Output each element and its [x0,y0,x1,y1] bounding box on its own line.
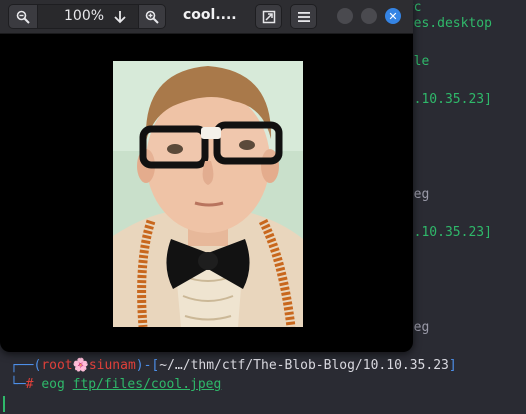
terminal-cursor [3,396,5,412]
magnifier-plus-icon [145,10,159,24]
open-external-button[interactable] [255,4,282,29]
prompt-hash: # [25,377,34,392]
zoom-out-button[interactable] [8,4,38,29]
prompt-line: ┌──(root🌸siunam)-[~/…/thm/ctf/The-Blob-B… [10,358,457,374]
prompt-user: root [41,358,73,373]
open-external-icon [262,10,275,23]
displayed-photo [113,61,303,327]
image-viewer-window: 100% cool.... ✕ [0,0,413,352]
minimize-button[interactable] [337,8,353,24]
prompt-path: ~/…/thm/ctf/The-Blob-Blog/10.10.35.23 [159,358,449,373]
window-title: cool.... [183,7,237,23]
command-name: eog [41,377,65,392]
prompt-box-open: ┌──( [10,358,42,373]
main-menu-button[interactable] [290,4,317,29]
hamburger-menu-icon [297,11,310,22]
zoom-level-field[interactable]: 100% [38,4,138,29]
arrow-down-icon[interactable] [113,5,127,29]
command-line: └─# eog ftp/files/cool.jpeg [10,377,221,393]
maximize-button[interactable] [361,8,377,24]
flower-icon: 🌸 [72,358,89,373]
zoom-level-value: 100% [64,8,105,24]
prompt-line2-prefix: └─ [10,377,26,392]
magnifier-minus-icon [16,10,30,24]
close-icon: ✕ [388,9,398,23]
prompt-box-close: ] [448,358,457,373]
header-bar: 100% cool.... ✕ [0,0,413,34]
prompt-separator: )-[ [135,358,160,373]
prompt-host: siunam [88,358,136,373]
command-argument: ftp/files/cool.jpeg [72,377,222,392]
zoom-in-button[interactable] [138,4,166,29]
close-button[interactable]: ✕ [385,8,401,24]
